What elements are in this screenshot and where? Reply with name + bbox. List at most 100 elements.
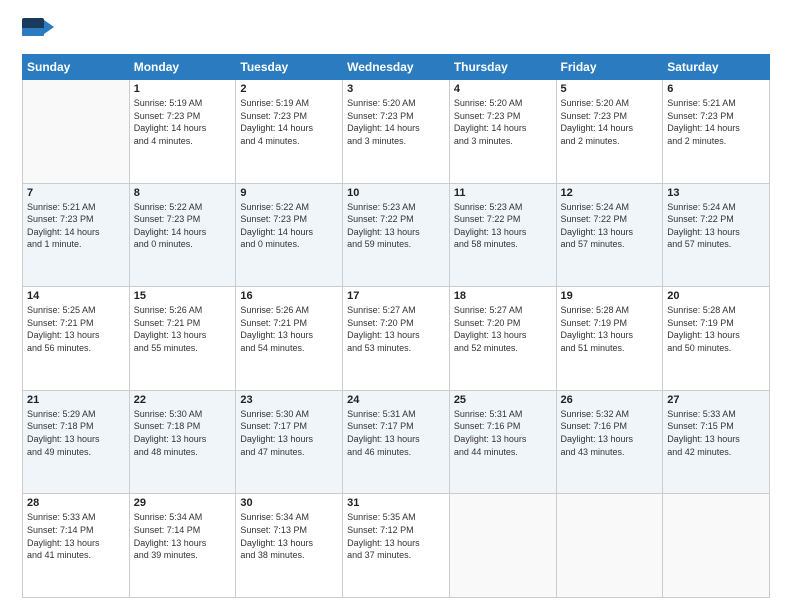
calendar-cell — [663, 494, 770, 598]
day-number: 21 — [27, 394, 125, 406]
cell-content: Sunrise: 5:35 AM Sunset: 7:12 PM Dayligh… — [347, 511, 445, 561]
calendar-cell: 3Sunrise: 5:20 AM Sunset: 7:23 PM Daylig… — [343, 80, 450, 184]
cell-content: Sunrise: 5:33 AM Sunset: 7:14 PM Dayligh… — [27, 511, 125, 561]
calendar-cell: 11 Sunrise: 5:23 AM Sunset: 7:22 PM Dayli… — [449, 183, 556, 287]
calendar-cell — [23, 80, 130, 184]
day-number: 22 — [134, 394, 232, 406]
day-header-friday: Friday — [556, 55, 663, 80]
calendar-cell: 24 Sunrise: 5:31 AM Sunset: 7:17 PM Dayli… — [343, 390, 450, 494]
calendar-table: SundayMondayTuesdayWednesdayThursdayFrid… — [22, 54, 770, 598]
calendar-cell: 29Sunrise: 5:34 AM Sunset: 7:14 PM Dayli… — [129, 494, 236, 598]
day-number: 18 — [454, 290, 552, 302]
logo-icon — [22, 18, 54, 44]
day-number: 9 — [240, 187, 338, 199]
calendar-cell: 17Sunrise: 5:27 AM Sunset: 7:20 PM Dayli… — [343, 287, 450, 391]
cell-content: Sunrise: 5:30 AM Sunset: 7:17 PM Dayligh… — [240, 408, 338, 458]
cell-content: Sunrise: 5:19 AM Sunset: 7:23 PM Dayligh… — [240, 97, 338, 147]
calendar-cell: 30 Sunrise: 5:34 AM Sunset: 7:13 PM Dayli… — [236, 494, 343, 598]
day-number: 10 — [347, 187, 445, 199]
calendar-cell: 31 Sunrise: 5:35 AM Sunset: 7:12 PM Dayli… — [343, 494, 450, 598]
cell-content: Sunrise: 5:20 AM Sunset: 7:23 PM Dayligh… — [454, 97, 552, 147]
cell-content: Sunrise: 5:29 AM Sunset: 7:18 PM Dayligh… — [27, 408, 125, 458]
week-row-0: 1 Sunrise: 5:19 AM Sunset: 7:23 PM Daylig… — [23, 80, 770, 184]
day-number: 16 — [240, 290, 338, 302]
calendar-cell: 14 Sunrise: 5:25 AM Sunset: 7:21 PM Dayli… — [23, 287, 130, 391]
cell-content: Sunrise: 5:28 AM Sunset: 7:19 PM Dayligh… — [667, 304, 765, 354]
day-number: 29 — [134, 497, 232, 509]
calendar-cell: 22 Sunrise: 5:30 AM Sunset: 7:18 PM Dayli… — [129, 390, 236, 494]
cell-content: Sunrise: 5:22 AM Sunset: 7:23 PM Dayligh… — [134, 201, 232, 251]
day-number: 8 — [134, 187, 232, 199]
day-number: 2 — [240, 83, 338, 95]
week-row-3: 21 Sunrise: 5:29 AM Sunset: 7:18 PM Dayli… — [23, 390, 770, 494]
calendar-cell: 8 Sunrise: 5:22 AM Sunset: 7:23 PM Daylig… — [129, 183, 236, 287]
week-row-2: 14 Sunrise: 5:25 AM Sunset: 7:21 PM Dayli… — [23, 287, 770, 391]
cell-content: Sunrise: 5:20 AM Sunset: 7:23 PM Dayligh… — [561, 97, 659, 147]
page: SundayMondayTuesdayWednesdayThursdayFrid… — [0, 0, 792, 612]
day-number: 1 — [134, 83, 232, 95]
calendar-cell: 25 Sunrise: 5:31 AM Sunset: 7:16 PM Dayli… — [449, 390, 556, 494]
cell-content: Sunrise: 5:27 AM Sunset: 7:20 PM Dayligh… — [454, 304, 552, 354]
week-row-4: 28 Sunrise: 5:33 AM Sunset: 7:14 PM Dayli… — [23, 494, 770, 598]
day-number: 13 — [667, 187, 765, 199]
cell-content: Sunrise: 5:25 AM Sunset: 7:21 PM Dayligh… — [27, 304, 125, 354]
cell-content: Sunrise: 5:23 AM Sunset: 7:22 PM Dayligh… — [454, 201, 552, 251]
cell-content: Sunrise: 5:22 AM Sunset: 7:23 PM Dayligh… — [240, 201, 338, 251]
days-header-row: SundayMondayTuesdayWednesdayThursdayFrid… — [23, 55, 770, 80]
day-number: 28 — [27, 497, 125, 509]
day-number: 20 — [667, 290, 765, 302]
calendar-cell: 10 Sunrise: 5:23 AM Sunset: 7:22 PM Dayli… — [343, 183, 450, 287]
cell-content: Sunrise: 5:23 AM Sunset: 7:22 PM Dayligh… — [347, 201, 445, 251]
cell-content: Sunrise: 5:21 AM Sunset: 7:23 PM Dayligh… — [667, 97, 765, 147]
day-number: 24 — [347, 394, 445, 406]
calendar-cell: 21 Sunrise: 5:29 AM Sunset: 7:18 PM Dayli… — [23, 390, 130, 494]
header — [22, 18, 770, 44]
cell-content: Sunrise: 5:27 AM Sunset: 7:20 PM Dayligh… — [347, 304, 445, 354]
cell-content: Sunrise: 5:26 AM Sunset: 7:21 PM Dayligh… — [134, 304, 232, 354]
calendar-cell: 2 Sunrise: 5:19 AM Sunset: 7:23 PM Daylig… — [236, 80, 343, 184]
cell-content: Sunrise: 5:30 AM Sunset: 7:18 PM Dayligh… — [134, 408, 232, 458]
day-header-tuesday: Tuesday — [236, 55, 343, 80]
day-header-saturday: Saturday — [663, 55, 770, 80]
day-number: 14 — [27, 290, 125, 302]
calendar-cell: 15 Sunrise: 5:26 AM Sunset: 7:21 PM Dayli… — [129, 287, 236, 391]
cell-content: Sunrise: 5:20 AM Sunset: 7:23 PM Dayligh… — [347, 97, 445, 147]
day-number: 11 — [454, 187, 552, 199]
day-header-monday: Monday — [129, 55, 236, 80]
calendar-cell: 6 Sunrise: 5:21 AM Sunset: 7:23 PM Daylig… — [663, 80, 770, 184]
cell-content: Sunrise: 5:34 AM Sunset: 7:13 PM Dayligh… — [240, 511, 338, 561]
day-number: 15 — [134, 290, 232, 302]
day-number: 5 — [561, 83, 659, 95]
logo — [22, 18, 58, 44]
day-number: 12 — [561, 187, 659, 199]
calendar-cell: 26Sunrise: 5:32 AM Sunset: 7:16 PM Dayli… — [556, 390, 663, 494]
calendar-cell: 16 Sunrise: 5:26 AM Sunset: 7:21 PM Dayli… — [236, 287, 343, 391]
week-row-1: 7 Sunrise: 5:21 AM Sunset: 7:23 PM Daylig… — [23, 183, 770, 287]
cell-content: Sunrise: 5:24 AM Sunset: 7:22 PM Dayligh… — [667, 201, 765, 251]
calendar-cell — [556, 494, 663, 598]
day-number: 7 — [27, 187, 125, 199]
calendar-cell — [449, 494, 556, 598]
calendar-cell: 1 Sunrise: 5:19 AM Sunset: 7:23 PM Daylig… — [129, 80, 236, 184]
day-number: 30 — [240, 497, 338, 509]
calendar-cell: 4Sunrise: 5:20 AM Sunset: 7:23 PM Daylig… — [449, 80, 556, 184]
cell-content: Sunrise: 5:31 AM Sunset: 7:17 PM Dayligh… — [347, 408, 445, 458]
cell-content: Sunrise: 5:26 AM Sunset: 7:21 PM Dayligh… — [240, 304, 338, 354]
cell-content: Sunrise: 5:24 AM Sunset: 7:22 PM Dayligh… — [561, 201, 659, 251]
day-header-wednesday: Wednesday — [343, 55, 450, 80]
calendar-cell: 27Sunrise: 5:33 AM Sunset: 7:15 PM Dayli… — [663, 390, 770, 494]
day-number: 25 — [454, 394, 552, 406]
day-number: 6 — [667, 83, 765, 95]
calendar-cell: 18 Sunrise: 5:27 AM Sunset: 7:20 PM Dayli… — [449, 287, 556, 391]
calendar-cell: 5 Sunrise: 5:20 AM Sunset: 7:23 PM Daylig… — [556, 80, 663, 184]
day-header-thursday: Thursday — [449, 55, 556, 80]
cell-content: Sunrise: 5:21 AM Sunset: 7:23 PM Dayligh… — [27, 201, 125, 251]
day-number: 23 — [240, 394, 338, 406]
calendar-cell: 9 Sunrise: 5:22 AM Sunset: 7:23 PM Daylig… — [236, 183, 343, 287]
day-number: 31 — [347, 497, 445, 509]
day-number: 27 — [667, 394, 765, 406]
day-header-sunday: Sunday — [23, 55, 130, 80]
calendar-cell: 19Sunrise: 5:28 AM Sunset: 7:19 PM Dayli… — [556, 287, 663, 391]
cell-content: Sunrise: 5:19 AM Sunset: 7:23 PM Dayligh… — [134, 97, 232, 147]
cell-content: Sunrise: 5:31 AM Sunset: 7:16 PM Dayligh… — [454, 408, 552, 458]
